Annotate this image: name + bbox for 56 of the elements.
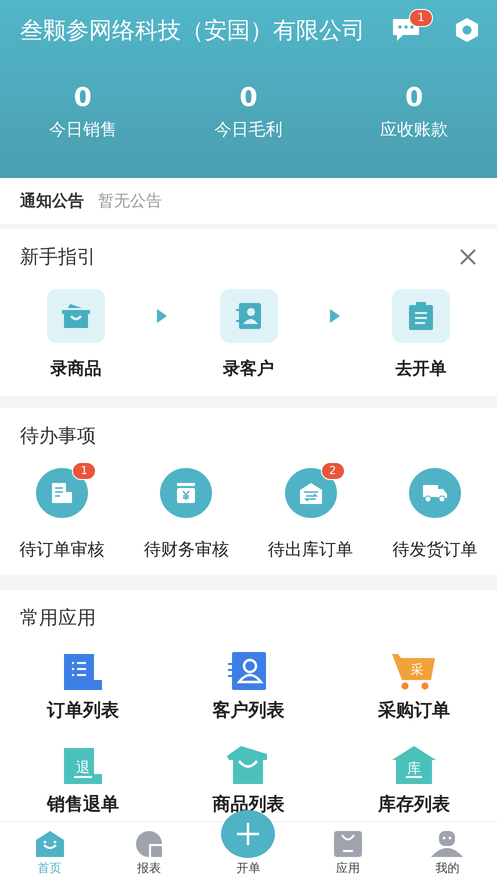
person-icon <box>431 831 464 857</box>
stat-value: 0 <box>239 84 258 112</box>
app-label: 库存列表 <box>378 793 450 816</box>
guide-tile[interactable] <box>220 289 278 343</box>
nav-tab[interactable]: 报表 <box>99 822 199 883</box>
todo-label: 待财务审核 <box>144 539 229 561</box>
section-title: 新手指引 <box>20 245 96 270</box>
app-button[interactable] <box>227 744 270 784</box>
count-badge: 1 <box>72 462 96 480</box>
todo-button[interactable] <box>36 468 88 518</box>
notice-label: 通知公告 <box>20 190 84 212</box>
stat-value: 0 <box>74 84 92 112</box>
arrow-icon <box>330 309 340 323</box>
guide-label: 录商品 <box>50 358 102 380</box>
section-title: 常用应用 <box>20 606 96 631</box>
unread-count: 1 <box>409 9 433 27</box>
truck-icon <box>422 483 448 503</box>
stat-label: 今日销售 <box>48 119 117 141</box>
notice-text: 暂无公告 <box>98 190 162 212</box>
warehouse-icon <box>298 482 323 504</box>
app-label: 客户列表 <box>212 699 284 722</box>
app-label: 采购订单 <box>378 699 450 722</box>
app-label: 销售退单 <box>46 793 119 816</box>
stat-value: 0 <box>405 84 424 112</box>
pie-chart-icon <box>135 831 164 857</box>
stat-label: 应收账款 <box>380 119 448 141</box>
guide-tile[interactable] <box>392 289 450 343</box>
nav-label[interactable]: 开单 <box>236 860 260 877</box>
guide-label: 录客户 <box>223 358 274 380</box>
basket-icon <box>60 302 92 330</box>
shopping-bag-icon <box>227 746 270 784</box>
contact-book-icon <box>228 652 268 690</box>
yen-box-icon <box>175 482 198 504</box>
app-label: 订单列表 <box>46 699 119 722</box>
contact-book-icon <box>234 302 262 330</box>
stat-label: 今日毛利 <box>214 119 282 141</box>
plus-icon <box>237 823 260 845</box>
settings-icon[interactable] <box>455 17 479 43</box>
section-title: 待办事项 <box>20 424 96 449</box>
document-icon <box>51 482 74 504</box>
clipboard-icon <box>408 302 434 330</box>
nav-tab[interactable]: 我的 <box>398 822 497 883</box>
guide-tile[interactable] <box>47 289 105 343</box>
todo-label: 待出库订单 <box>268 539 354 561</box>
home-icon <box>36 831 64 857</box>
close-icon[interactable] <box>459 248 477 266</box>
company-title: 叁颗参网络科技（安国）有限公司 <box>20 16 366 46</box>
count-badge: 2 <box>320 462 345 480</box>
app-button[interactable] <box>228 650 268 690</box>
nav-tab[interactable]: 应用 <box>298 822 398 883</box>
list-document-icon <box>62 654 104 690</box>
arrow-icon <box>157 309 168 323</box>
bag-icon <box>334 831 362 857</box>
todo-label: 待发货订单 <box>392 539 478 561</box>
guide-label: 去开单 <box>396 358 446 380</box>
todo-label: 待订单审核 <box>20 539 105 561</box>
